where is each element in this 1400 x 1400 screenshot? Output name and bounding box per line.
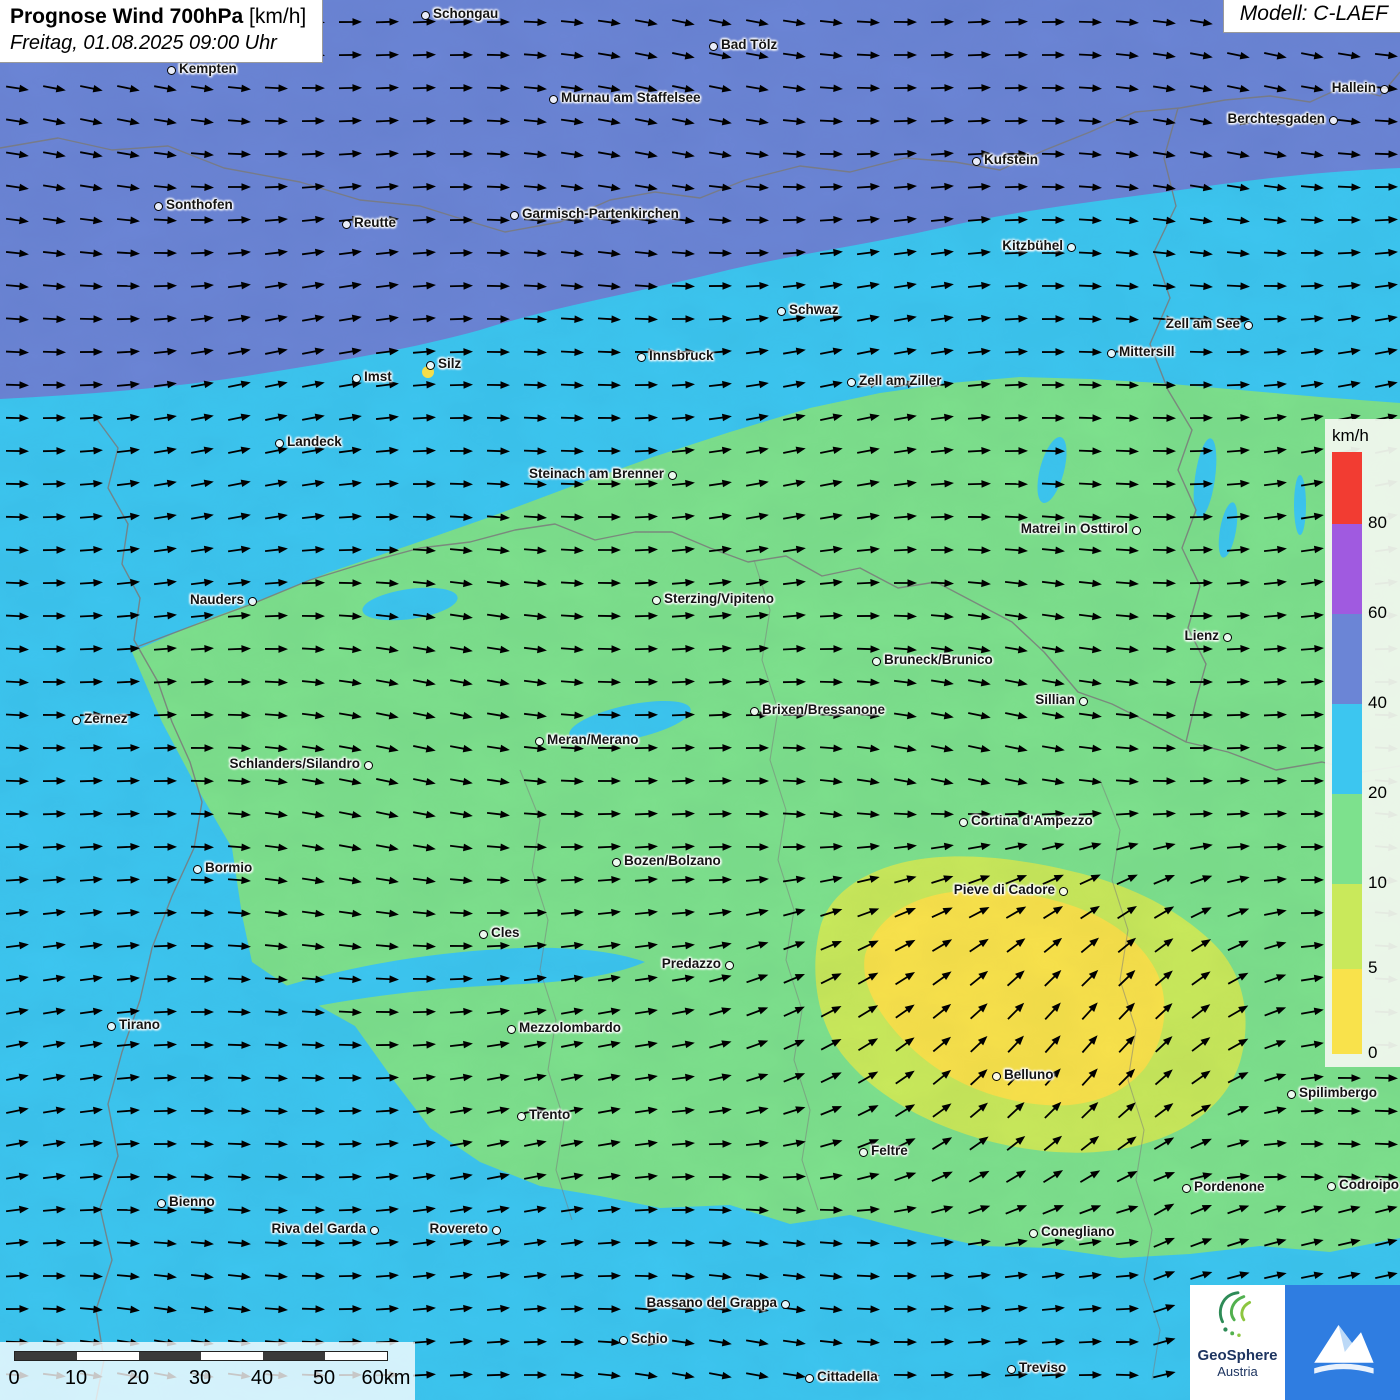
scalebar-segment bbox=[77, 1352, 139, 1360]
legend-tick-label: 5 bbox=[1368, 958, 1377, 978]
scalebar-tick-label: 50 bbox=[313, 1367, 335, 1390]
scalebar-tick-label: 10 bbox=[65, 1367, 87, 1390]
scalebar: 0 10 20 30 40 50 60km bbox=[0, 1342, 415, 1400]
legend-color-segment bbox=[1332, 452, 1362, 524]
scalebar-segment bbox=[15, 1352, 77, 1360]
geosphere-swirl-icon bbox=[1208, 1285, 1268, 1343]
map-subtitle: Freitag, 01.08.2025 09:00 Uhr bbox=[10, 32, 306, 55]
scalebar-segment bbox=[263, 1352, 325, 1360]
wind-forecast-map: SchongauBad TölzKemptenMurnau am Staffel… bbox=[0, 0, 1400, 1400]
scalebar-segment bbox=[201, 1352, 263, 1360]
legend-color-segment bbox=[1332, 704, 1362, 794]
model-label: Modell: C-LAEF bbox=[1240, 2, 1388, 25]
legend-tick-label: 40 bbox=[1368, 693, 1387, 713]
legend-tick-label: 20 bbox=[1368, 783, 1387, 803]
legend-color-segment bbox=[1332, 969, 1362, 1054]
geosphere-logo: GeoSphere Austria bbox=[1190, 1285, 1285, 1400]
legend-unit-label: km/h bbox=[1325, 419, 1400, 446]
scalebar-tick-label: 0 bbox=[8, 1367, 19, 1390]
scalebar-tick-label: 40 bbox=[251, 1367, 273, 1390]
legend-labels: 806040201050 bbox=[1368, 452, 1398, 1054]
geosphere-logo-country: Austria bbox=[1190, 1364, 1285, 1379]
model-box: Modell: C-LAEF bbox=[1223, 0, 1400, 33]
legend-tick-label: 10 bbox=[1368, 873, 1387, 893]
scalebar-tick-label: 60km bbox=[362, 1367, 411, 1390]
map-title-line: Prognose Wind 700hPa [km/h] bbox=[10, 5, 306, 29]
legend-panel: km/h 80 60 40 20 10 5 0 bbox=[1325, 419, 1400, 1067]
title-box: Prognose Wind 700hPa [km/h] Freitag, 01.… bbox=[0, 0, 323, 63]
legend-color-segment bbox=[1332, 884, 1362, 969]
scalebar-ticks: 0 10 20 30 40 50 60km bbox=[0, 1364, 415, 1396]
map-title: Prognose Wind 700hPa bbox=[10, 5, 243, 28]
legend-tick-label: 0 bbox=[1368, 1043, 1377, 1063]
mountain-icon bbox=[1298, 1298, 1388, 1388]
scalebar-segment bbox=[139, 1352, 201, 1360]
legend-color-segment bbox=[1332, 614, 1362, 704]
terrain-shading bbox=[0, 0, 1400, 1400]
partner-logo bbox=[1285, 1285, 1400, 1400]
legend-colorbar bbox=[1332, 452, 1362, 1054]
legend-color-segment bbox=[1332, 524, 1362, 614]
legend-color-segment bbox=[1332, 794, 1362, 884]
map-title-unit: [km/h] bbox=[249, 5, 306, 28]
map-canvas bbox=[0, 0, 1400, 1400]
legend-tick-label: 60 bbox=[1368, 603, 1387, 623]
scalebar-tick-label: 30 bbox=[189, 1367, 211, 1390]
scalebar-segment bbox=[325, 1352, 387, 1360]
scalebar-bar bbox=[14, 1351, 388, 1361]
geosphere-logo-name: GeoSphere bbox=[1190, 1348, 1285, 1364]
scalebar-tick-label: 20 bbox=[127, 1367, 149, 1390]
legend-tick-label: 80 bbox=[1368, 513, 1387, 533]
